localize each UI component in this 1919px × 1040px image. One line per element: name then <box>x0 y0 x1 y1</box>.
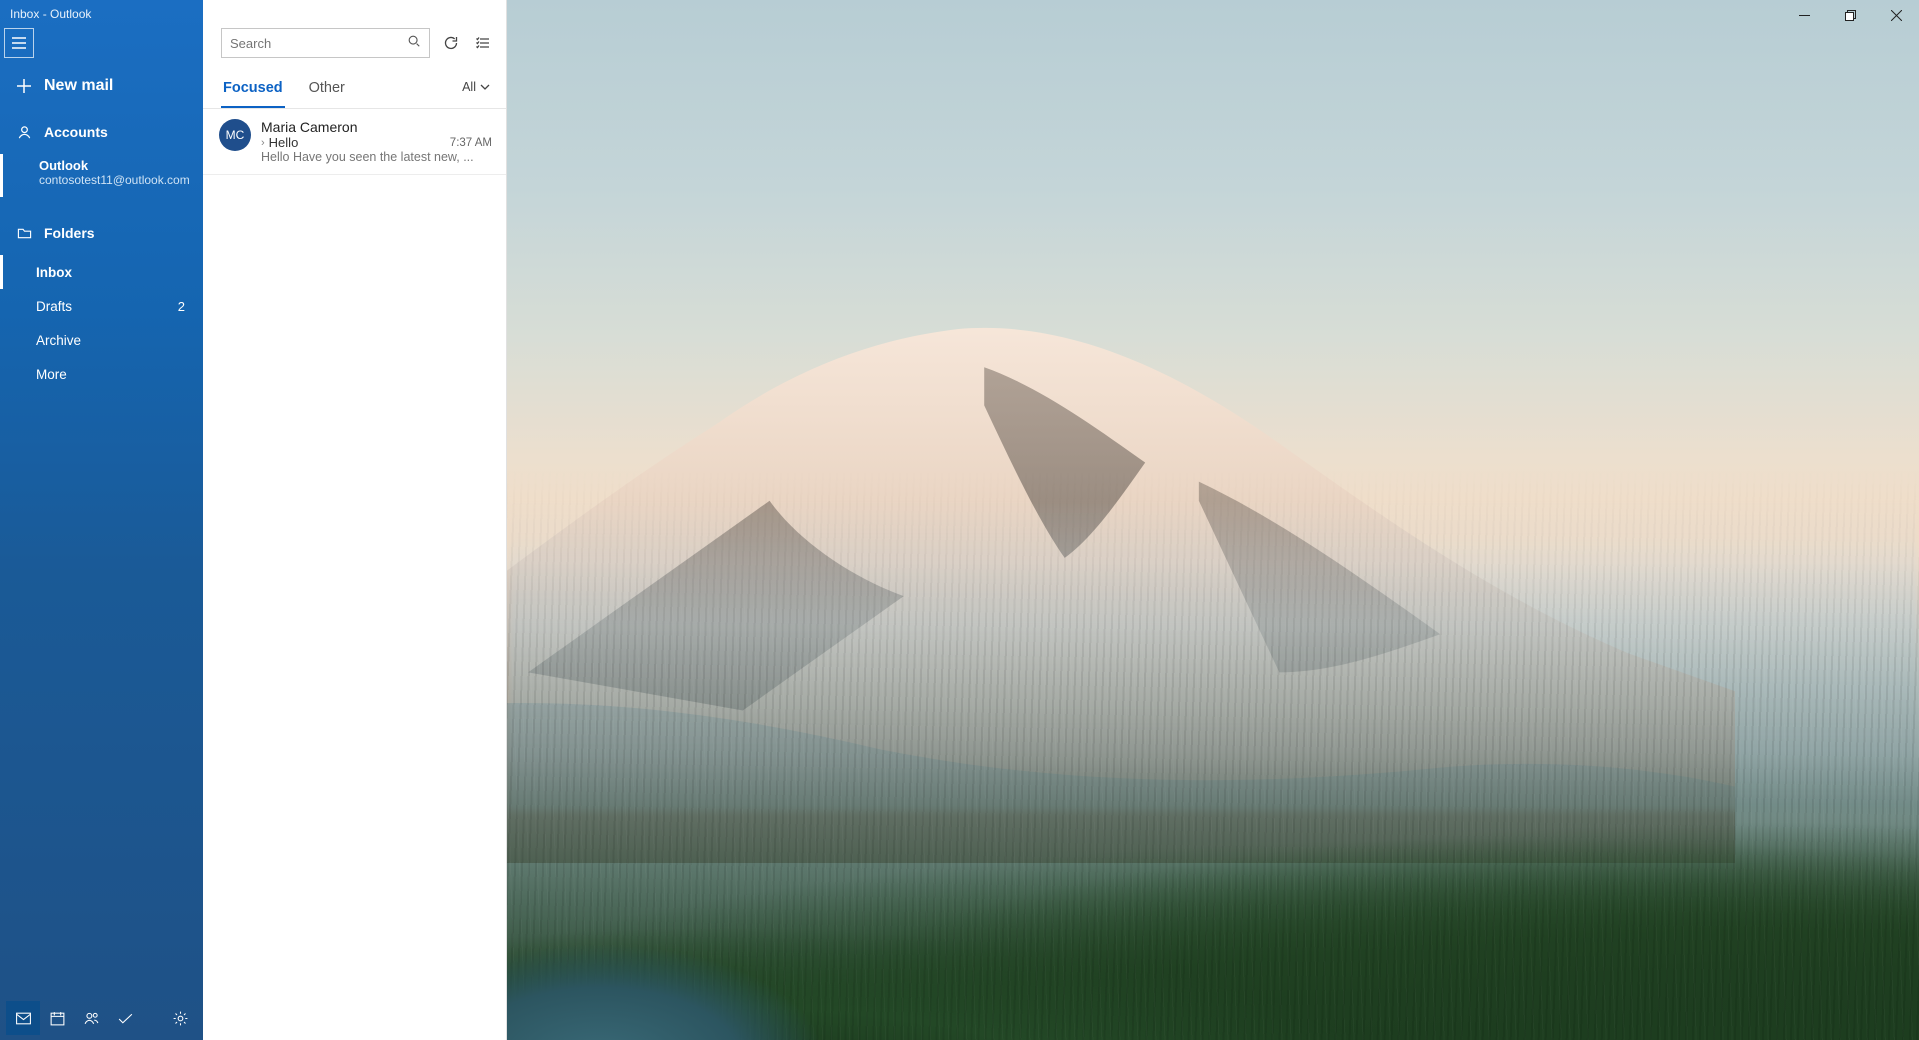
window-controls <box>1781 0 1919 30</box>
gear-icon <box>172 1010 189 1027</box>
mail-app-button[interactable] <box>6 1001 40 1035</box>
sidebar: Inbox - Outlook New mail Accounts Outloo… <box>0 0 203 1040</box>
tab-other[interactable]: Other <box>307 74 347 108</box>
folder-label: More <box>36 367 67 382</box>
hamburger-button[interactable] <box>4 28 34 58</box>
folder-label: Inbox <box>36 265 72 280</box>
folder-more[interactable]: More <box>0 357 203 391</box>
close-button[interactable] <box>1873 0 1919 30</box>
new-mail-label: New mail <box>44 77 113 95</box>
accounts-header[interactable]: Accounts <box>0 110 203 154</box>
folders-header[interactable]: Folders <box>0 211 203 255</box>
folder-label: Drafts <box>36 299 72 314</box>
folders-label: Folders <box>44 225 95 241</box>
filter-label: All <box>462 80 476 94</box>
multiselect-icon <box>475 35 491 51</box>
new-mail-button[interactable]: New mail <box>0 62 203 110</box>
people-icon <box>83 1010 100 1027</box>
calendar-icon <box>49 1010 66 1027</box>
folder-drafts[interactable]: Drafts 2 <box>0 289 203 323</box>
reading-pane <box>507 0 1919 1040</box>
folder-inbox[interactable]: Inbox <box>0 255 203 289</box>
account-item[interactable]: Outlook contosotest11@outlook.com <box>0 154 203 197</box>
tab-focused[interactable]: Focused <box>221 74 285 108</box>
message-list[interactable]: MC Maria Cameron › Hello 7:37 AM Hello H… <box>203 109 506 1040</box>
avatar: MC <box>219 119 251 151</box>
search-box[interactable] <box>221 28 430 58</box>
search-icon[interactable] <box>407 34 421 53</box>
calendar-app-button[interactable] <box>40 1001 74 1035</box>
people-app-button[interactable] <box>74 1001 108 1035</box>
minimize-icon <box>1799 10 1810 21</box>
folder-archive[interactable]: Archive <box>0 323 203 357</box>
chevron-down-icon <box>480 84 490 90</box>
message-preview: Hello Have you seen the latest new, ... <box>261 150 492 164</box>
plus-icon <box>14 78 34 94</box>
filter-dropdown[interactable]: All <box>462 80 490 102</box>
account-name: Outlook <box>39 158 189 173</box>
restore-icon <box>1845 10 1856 21</box>
refresh-icon <box>443 35 459 51</box>
folder-count: 2 <box>178 299 185 314</box>
background-lake <box>507 936 818 1040</box>
message-subject: Hello <box>269 135 299 150</box>
sync-button[interactable] <box>440 32 462 54</box>
todo-app-button[interactable] <box>108 1001 142 1035</box>
hamburger-icon <box>11 35 27 51</box>
folder-label: Archive <box>36 333 81 348</box>
minimize-button[interactable] <box>1781 0 1827 30</box>
person-icon <box>14 125 34 140</box>
close-icon <box>1891 10 1902 21</box>
window-title: Inbox - Outlook <box>0 0 203 28</box>
select-mode-button[interactable] <box>472 32 494 54</box>
settings-button[interactable] <box>163 1001 197 1035</box>
folder-icon <box>14 226 34 241</box>
mail-icon <box>15 1010 32 1027</box>
message-list-pane: Focused Other All MC Maria Cameron › <box>203 0 507 1040</box>
account-email: contosotest11@outlook.com <box>39 173 189 187</box>
message-time: 7:37 AM <box>450 137 492 149</box>
maximize-button[interactable] <box>1827 0 1873 30</box>
chevron-right-icon: › <box>261 137 265 149</box>
search-input[interactable] <box>230 36 407 51</box>
message-sender: Maria Cameron <box>261 119 357 135</box>
check-icon <box>117 1010 134 1027</box>
accounts-label: Accounts <box>44 124 108 140</box>
message-item[interactable]: MC Maria Cameron › Hello 7:37 AM Hello H… <box>203 109 506 175</box>
sidebar-bottom-bar <box>0 996 203 1040</box>
